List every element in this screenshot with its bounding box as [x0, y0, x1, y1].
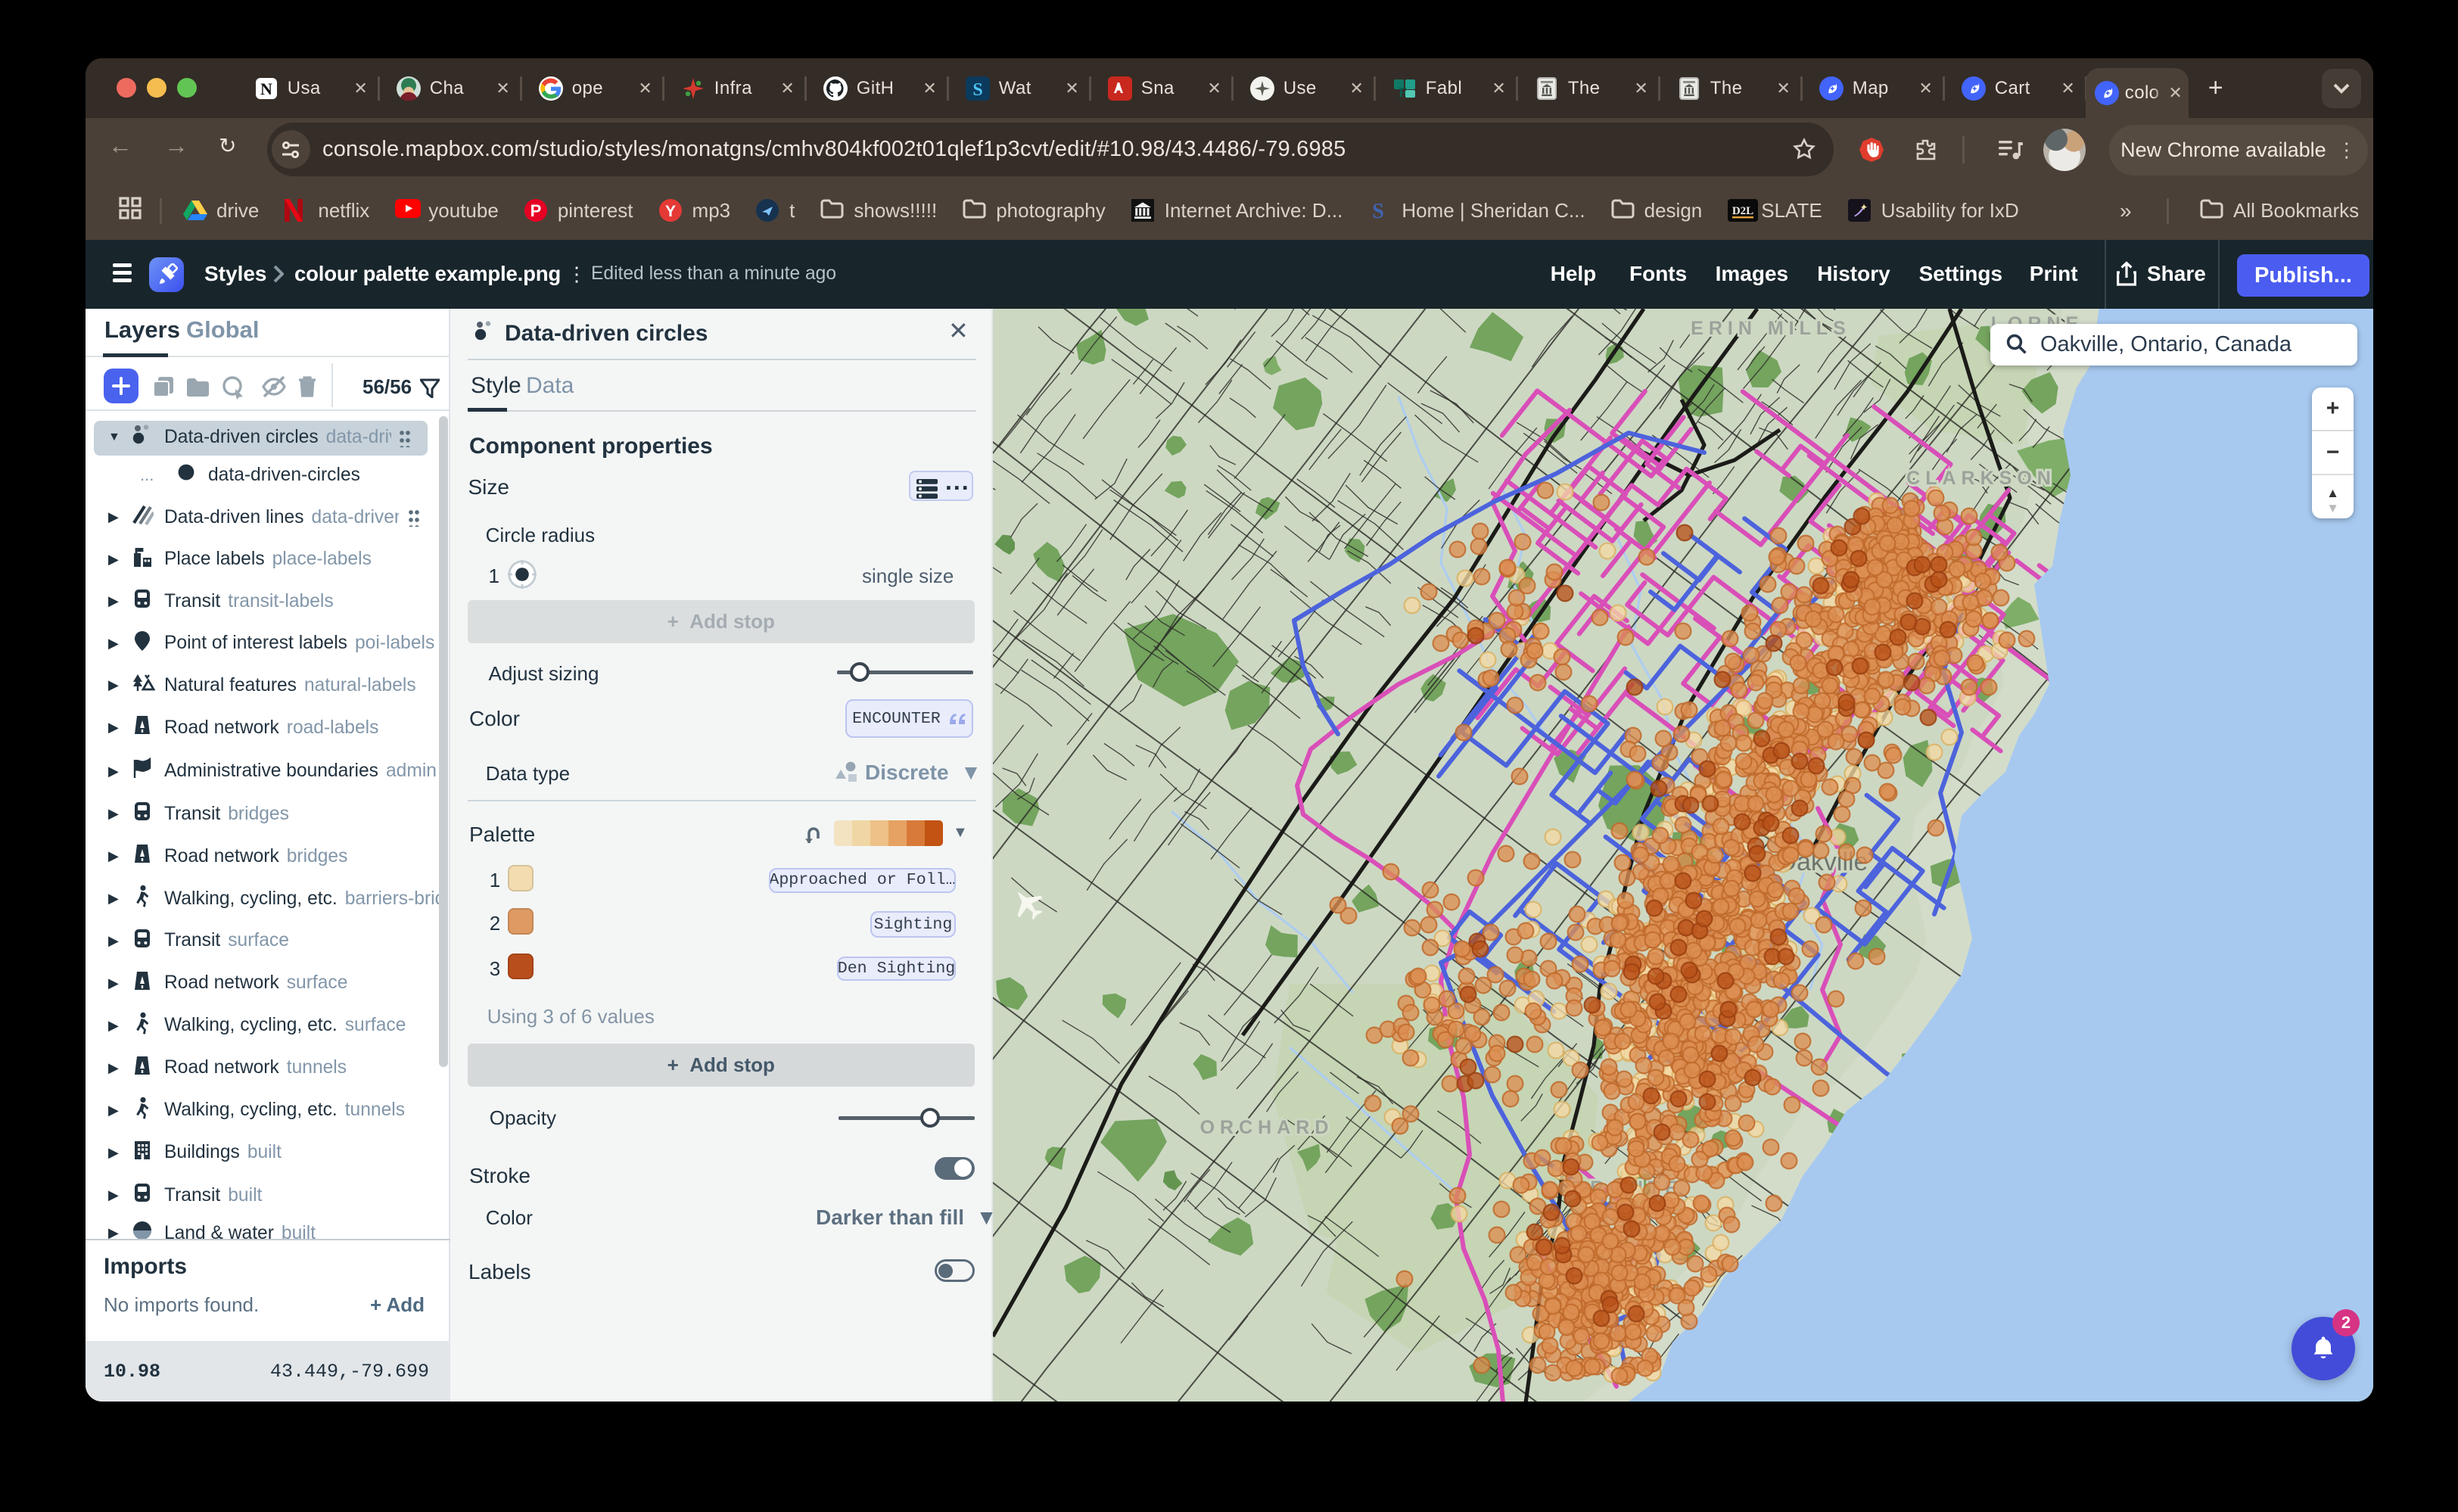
svg-text:ORCHARD: ORCHARD [1200, 1117, 1334, 1138]
svg-text:N: N [260, 79, 272, 98]
svg-text:F: F [1399, 85, 1407, 100]
svg-text:Y: Y [665, 202, 676, 219]
svg-text:S: S [972, 80, 982, 100]
svg-text:D2L: D2L [1732, 205, 1753, 217]
svg-text:P: P [530, 201, 541, 220]
svg-text:CLARKSON: CLARKSON [1906, 468, 2056, 489]
svg-text:ERIN MILLS: ERIN MILLS [1691, 318, 1851, 339]
svg-text:S: S [1373, 200, 1385, 222]
